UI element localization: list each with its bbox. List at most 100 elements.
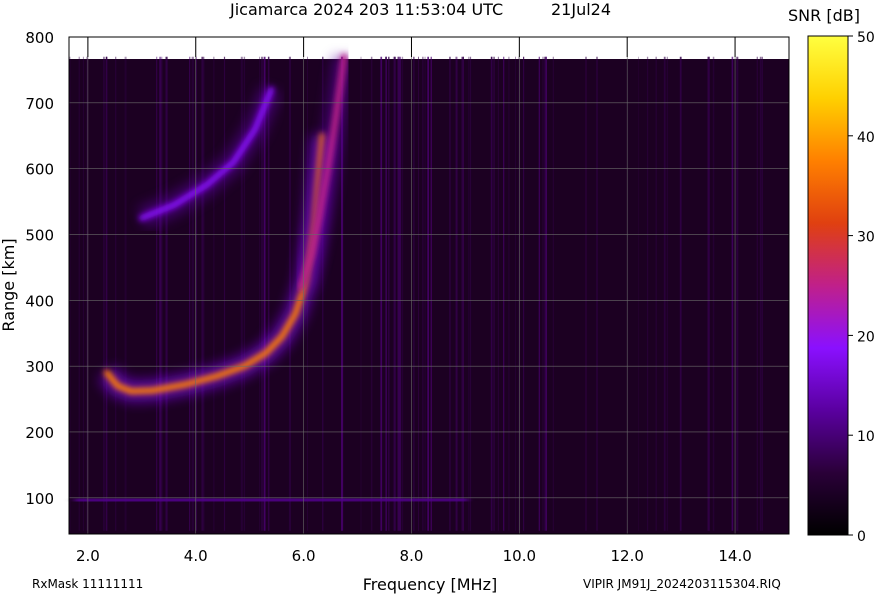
noise-streak (189, 56, 190, 531)
noise-streak (503, 56, 505, 531)
noise-streak (518, 56, 519, 531)
noise-streak (82, 56, 84, 531)
noise-streak (422, 56, 424, 531)
noise-streak (449, 56, 451, 531)
noise-streak (756, 56, 758, 531)
noise-streak (213, 56, 215, 531)
y-tick-label: 100 (25, 490, 54, 508)
noise-streak (543, 56, 545, 531)
noise-streak (78, 56, 80, 531)
noise-streak (761, 56, 763, 531)
noise-streak (413, 56, 415, 531)
noise-streak (360, 56, 362, 531)
ionogram-chart: Jicamarca 2024 203 11:53:04 UTC 21Jul24 … (0, 0, 874, 594)
y-tick-label: 300 (25, 358, 54, 376)
noise-streak (538, 56, 540, 531)
noise-streak (201, 56, 204, 531)
noise-streak (103, 56, 105, 531)
noise-streak (663, 56, 666, 531)
noise-streak (493, 56, 495, 531)
noise-streak (655, 56, 657, 531)
noise-streak (392, 56, 395, 531)
noise-streak (646, 56, 649, 531)
rxmask-label: RxMask 11111111 (32, 577, 143, 591)
noise-streak (468, 56, 469, 531)
noise-streak (666, 56, 668, 531)
noise-streak (165, 56, 168, 531)
noise-streak (679, 56, 682, 531)
colorbar-tick-label: 0 (857, 529, 866, 545)
noise-streak (105, 56, 107, 531)
noise-streak (268, 56, 270, 531)
noise-streak (388, 56, 390, 531)
noise-streak (515, 56, 516, 531)
y-axis-ticks: 100 200 300 400 500 600 700 800 (25, 29, 54, 508)
colorbar-scale (807, 35, 849, 536)
noise-streak (585, 56, 587, 531)
noise-streak (397, 56, 399, 531)
x-tick-label: 10.0 (503, 547, 536, 565)
colorbar-tick-label: 40 (857, 130, 874, 146)
plot-area (68, 36, 790, 535)
noise-streak (545, 56, 547, 531)
noise-streak (638, 56, 639, 531)
x-axis-ticks: 2.0 4.0 6.0 8.0 10.0 12.0 14.0 (76, 547, 752, 565)
y-tick-label: 500 (25, 226, 54, 244)
x-tick-label: 12.0 (610, 547, 643, 565)
noise-streak (427, 56, 429, 531)
noise-streak (736, 56, 739, 531)
noise-streak (596, 56, 598, 531)
noise-streak (418, 56, 419, 531)
chart-title: Jicamarca 2024 203 11:53:04 UTC (229, 0, 503, 19)
y-axis-label: Range [km] (0, 238, 18, 331)
noise-streak (223, 56, 226, 531)
noise-streak (508, 56, 510, 531)
noise-streak (708, 56, 710, 531)
y-tick-label: 700 (25, 95, 54, 113)
noise-streak (461, 56, 464, 531)
noise-streak (386, 56, 387, 531)
noise-streak (469, 56, 472, 531)
y-tick-label: 200 (25, 424, 54, 442)
noise-streak (203, 56, 205, 531)
x-tick-label: 2.0 (76, 547, 100, 565)
noise-streak (712, 56, 715, 531)
noise-streak (424, 56, 426, 531)
noise-streak (491, 56, 493, 531)
noise-streak (399, 56, 402, 531)
noise-streak (552, 56, 554, 531)
y-tick-label: 600 (25, 161, 54, 179)
noise-streak (86, 56, 88, 531)
x-tick-label: 14.0 (718, 547, 751, 565)
file-label: VIPIR JM91J_2024203115304.RIQ (583, 577, 781, 591)
colorbar-label: SNR [dB] (788, 6, 860, 25)
upper-blank-band (69, 37, 789, 59)
noise-streak (380, 56, 383, 531)
x-axis-label: Frequency [MHz] (363, 575, 497, 594)
noise-streak (402, 56, 404, 531)
noise-streak (731, 56, 734, 531)
noise-streak (759, 56, 762, 531)
noise-streak (124, 56, 127, 531)
noise-streak (523, 56, 525, 531)
noise-streak (430, 56, 432, 531)
noise-streak (240, 56, 243, 531)
chart-date: 21Jul24 (551, 0, 611, 19)
noise-streak (542, 56, 544, 531)
noise-streak (191, 56, 194, 531)
noise-streak (160, 56, 163, 531)
noise-streak (455, 56, 457, 531)
colorbar-tick-label: 50 (857, 30, 874, 46)
e-region (74, 496, 469, 505)
colorbar-tick-label: 10 (857, 429, 874, 445)
x-tick-label: 8.0 (400, 547, 424, 565)
noise-streak (370, 56, 373, 531)
y-tick-label: 400 (25, 292, 54, 310)
noise-streak (190, 56, 192, 531)
x-tick-label: 6.0 (292, 547, 316, 565)
noise-streak (115, 56, 117, 531)
noise-streak (156, 56, 158, 531)
x-tick-label: 4.0 (184, 547, 208, 565)
y-tick-label: 800 (25, 29, 54, 47)
colorbar: SNR [dB] 0 10 20 30 40 50 (788, 6, 874, 545)
